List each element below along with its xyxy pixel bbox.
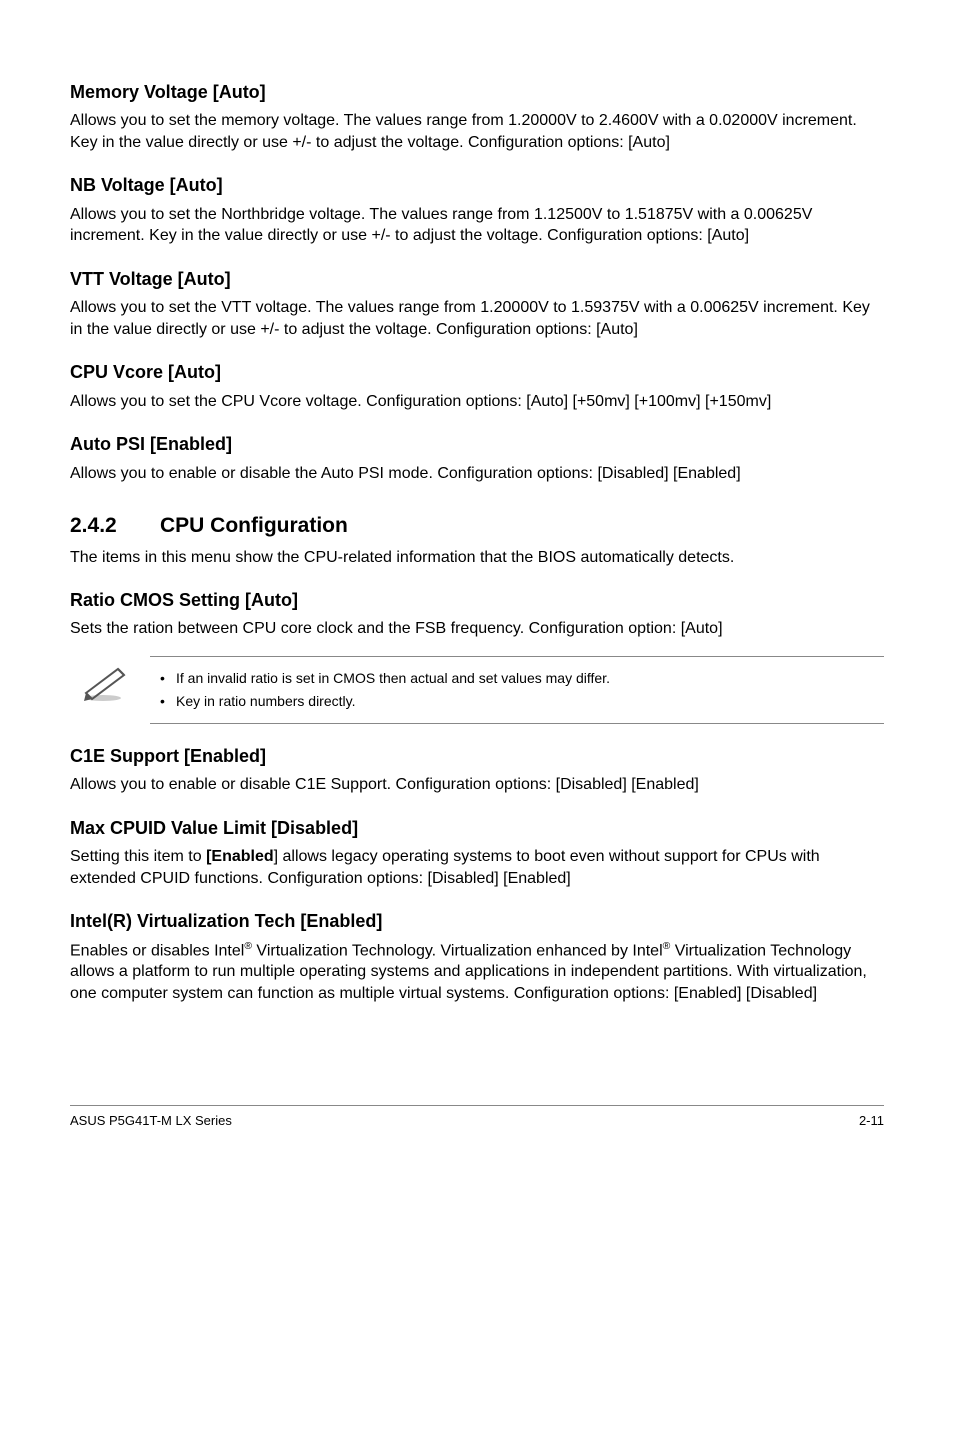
heading-max-cpuid: Max CPUID Value Limit [Disabled]	[70, 816, 884, 840]
footer-right: 2-11	[859, 1112, 884, 1130]
heading-c1e-support: C1E Support [Enabled]	[70, 744, 884, 768]
text-pre: Setting this item to	[70, 848, 206, 865]
note-block: If an invalid ratio is set in CMOS then …	[150, 656, 884, 724]
body-auto-psi: Allows you to enable or disable the Auto…	[70, 463, 884, 485]
heading-nb-voltage: NB Voltage [Auto]	[70, 173, 884, 197]
heading-cpu-vcore: CPU Vcore [Auto]	[70, 360, 884, 384]
body-ratio-cmos: Sets the ration between CPU core clock a…	[70, 618, 884, 640]
pencil-icon	[80, 663, 130, 703]
section-body-cpu-configuration: The items in this menu show the CPU-rela…	[70, 547, 884, 569]
text-bold-enabled: [Enabled	[206, 848, 274, 865]
body-virtualization: Enables or disables Intel® Virtualizatio…	[70, 940, 884, 1005]
heading-vtt-voltage: VTT Voltage [Auto]	[70, 267, 884, 291]
page-footer: ASUS P5G41T-M LX Series 2-11	[70, 1105, 884, 1130]
registered-icon: ®	[244, 941, 252, 952]
body-vtt-voltage: Allows you to set the VTT voltage. The v…	[70, 297, 884, 340]
body-cpu-vcore: Allows you to set the CPU Vcore voltage.…	[70, 391, 884, 413]
note-bullet-2: Key in ratio numbers directly.	[166, 692, 884, 711]
section-title: CPU Configuration	[160, 514, 348, 537]
body-max-cpuid: Setting this item to [Enabled] allows le…	[70, 846, 884, 889]
text-part2: Virtualization Technology. Virtualizatio…	[252, 942, 663, 959]
text-part1: Enables or disables Intel	[70, 942, 244, 959]
body-c1e-support: Allows you to enable or disable C1E Supp…	[70, 774, 884, 796]
heading-virtualization: Intel(R) Virtualization Tech [Enabled]	[70, 909, 884, 933]
body-memory-voltage: Allows you to set the memory voltage. Th…	[70, 110, 884, 153]
heading-auto-psi: Auto PSI [Enabled]	[70, 432, 884, 456]
heading-memory-voltage: Memory Voltage [Auto]	[70, 80, 884, 104]
section-number: 2.4.2	[70, 512, 160, 540]
section-heading-cpu-configuration: 2.4.2CPU Configuration	[70, 512, 884, 540]
note-bullet-1: If an invalid ratio is set in CMOS then …	[166, 669, 884, 688]
heading-ratio-cmos: Ratio CMOS Setting [Auto]	[70, 588, 884, 612]
body-nb-voltage: Allows you to set the Northbridge voltag…	[70, 204, 884, 247]
footer-left: ASUS P5G41T-M LX Series	[70, 1112, 232, 1130]
